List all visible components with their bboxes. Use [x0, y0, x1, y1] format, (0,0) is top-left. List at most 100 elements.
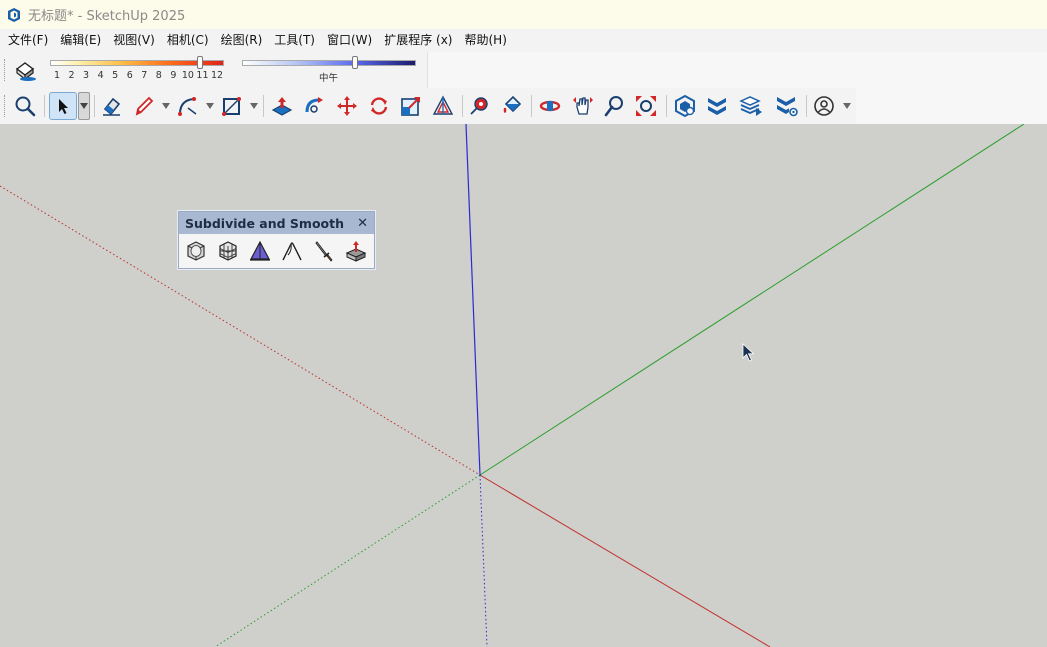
- rotate-button[interactable]: [365, 92, 393, 120]
- menu-help[interactable]: 帮助(H): [458, 29, 512, 52]
- menu-extensions[interactable]: 扩展程序 (x): [378, 29, 458, 52]
- panel-header[interactable]: Subdivide and Smooth ✕: [179, 212, 374, 234]
- subdivide-mesh-button[interactable]: [214, 237, 241, 264]
- panel-tools: [179, 234, 374, 267]
- knife-subdivide-icon: [281, 241, 302, 260]
- select-icon: [59, 99, 68, 114]
- extension-manager-button[interactable]: [773, 92, 801, 120]
- layout-button[interactable]: [737, 92, 765, 120]
- model-viewport[interactable]: [0, 124, 1047, 647]
- toolbar-grip[interactable]: [4, 59, 7, 81]
- search-icon: [15, 96, 36, 117]
- menu-tools[interactable]: 工具(T): [268, 29, 321, 52]
- extension-manager-icon: [777, 97, 798, 117]
- pan-button[interactable]: [569, 92, 597, 120]
- chevron-down-icon: [80, 103, 88, 109]
- chevron-down-icon[interactable]: [843, 103, 851, 109]
- month-tick: 3: [83, 70, 90, 81]
- move-button[interactable]: [333, 92, 361, 120]
- push-pull-icon: [271, 97, 293, 116]
- zoom-icon: [604, 96, 623, 117]
- orbit-button[interactable]: [536, 92, 564, 120]
- move-icon: [337, 96, 357, 116]
- tape-measure-button[interactable]: [466, 92, 494, 120]
- menu-draw[interactable]: 绘图(R): [215, 29, 269, 52]
- subdivide-smooth-icon: [186, 240, 205, 261]
- time-slider-track: [242, 60, 416, 66]
- offset-button[interactable]: [429, 92, 457, 120]
- menu-edit[interactable]: 编辑(E): [54, 29, 107, 52]
- extension-warehouse-button[interactable]: [703, 92, 731, 120]
- subdivide-smooth-button[interactable]: [182, 237, 209, 264]
- menu-camera[interactable]: 相机(C): [161, 29, 215, 52]
- time-slider-thumb[interactable]: [352, 56, 359, 69]
- crease-tool-button[interactable]: [246, 237, 273, 264]
- shadow-toggle-button[interactable]: [12, 57, 38, 83]
- model-axes: [0, 124, 1025, 647]
- toolbar-area-empty: [856, 88, 1047, 124]
- blue-axis-dotted: [479, 474, 488, 647]
- layout-icon: [739, 96, 762, 116]
- scale-button[interactable]: [397, 92, 425, 120]
- artisan-settings-button[interactable]: [342, 237, 369, 264]
- select-dropdown-button[interactable]: [78, 92, 90, 120]
- rotate-icon: [370, 97, 388, 115]
- green-axis-dotted: [214, 474, 481, 647]
- extension-warehouse-icon: [708, 98, 726, 115]
- toolbar-separator: [806, 95, 807, 117]
- toolbar-area-empty: [428, 52, 1047, 88]
- 3d-warehouse-button[interactable]: [671, 92, 699, 120]
- zoom-extents-button[interactable]: [632, 92, 660, 120]
- month-slider-thumb[interactable]: [196, 56, 203, 69]
- month-tick: 10: [181, 70, 194, 81]
- paint-bucket-button[interactable]: [498, 92, 526, 120]
- sword-tool-button[interactable]: [310, 237, 337, 264]
- subdivide-smooth-toolbar[interactable]: Subdivide and Smooth ✕: [178, 211, 375, 269]
- red-axis: [479, 474, 771, 647]
- green-axis: [479, 124, 1025, 476]
- offset-icon: [432, 95, 454, 115]
- menu-file[interactable]: 文件(F): [2, 29, 54, 52]
- chevron-down-icon[interactable]: [162, 103, 170, 109]
- zoom-extents-icon: [636, 96, 656, 116]
- blue-axis: [465, 124, 481, 476]
- account-button[interactable]: [810, 92, 838, 120]
- close-icon[interactable]: ✕: [357, 217, 368, 230]
- eraser-icon: [103, 97, 121, 116]
- menu-window[interactable]: 窗口(W): [321, 29, 378, 52]
- zoom-button[interactable]: [601, 92, 629, 120]
- toolbar-grip[interactable]: [4, 95, 7, 117]
- month-tick: 4: [97, 70, 104, 81]
- chevron-down-icon[interactable]: [206, 103, 214, 109]
- toolbar-separator: [462, 95, 463, 117]
- select-button[interactable]: [49, 92, 77, 120]
- knife-subdivide-button[interactable]: [278, 237, 305, 264]
- panel-title: Subdivide and Smooth: [185, 215, 345, 231]
- menu-view[interactable]: 视图(V): [107, 29, 161, 52]
- rectangle-button[interactable]: [218, 92, 246, 120]
- toolbar-separator: [44, 95, 45, 117]
- month-tick: 1: [53, 70, 61, 81]
- month-tick: 5: [112, 70, 119, 81]
- mouse-cursor-icon: [742, 343, 755, 362]
- pencil-icon: [135, 96, 154, 116]
- pencil-button[interactable]: [130, 92, 158, 120]
- menu-bar: 文件(F) 编辑(E) 视图(V) 相机(C) 绘图(R) 工具(T) 窗口(W…: [0, 29, 1047, 52]
- push-pull-button[interactable]: [268, 92, 296, 120]
- month-tick: 8: [155, 70, 162, 81]
- sketchup-logo-icon: [8, 7, 20, 22]
- follow-me-icon: [305, 97, 323, 113]
- crease-tool-icon: [249, 240, 270, 261]
- follow-me-button[interactable]: [300, 92, 328, 120]
- toolbar-separator: [531, 95, 532, 117]
- eraser-button[interactable]: [98, 92, 126, 120]
- month-tick-labels: 1 2 3 4 5 6 7 8 9 10 11 12: [50, 70, 226, 82]
- artisan-settings-icon: [345, 240, 366, 262]
- arc-icon: [178, 97, 197, 116]
- arc-button[interactable]: [174, 92, 202, 120]
- search-button[interactable]: [11, 92, 39, 120]
- rectangle-icon: [222, 97, 241, 116]
- scale-icon: [401, 97, 420, 116]
- toolbar-separator: [666, 95, 667, 117]
- chevron-down-icon[interactable]: [250, 103, 258, 109]
